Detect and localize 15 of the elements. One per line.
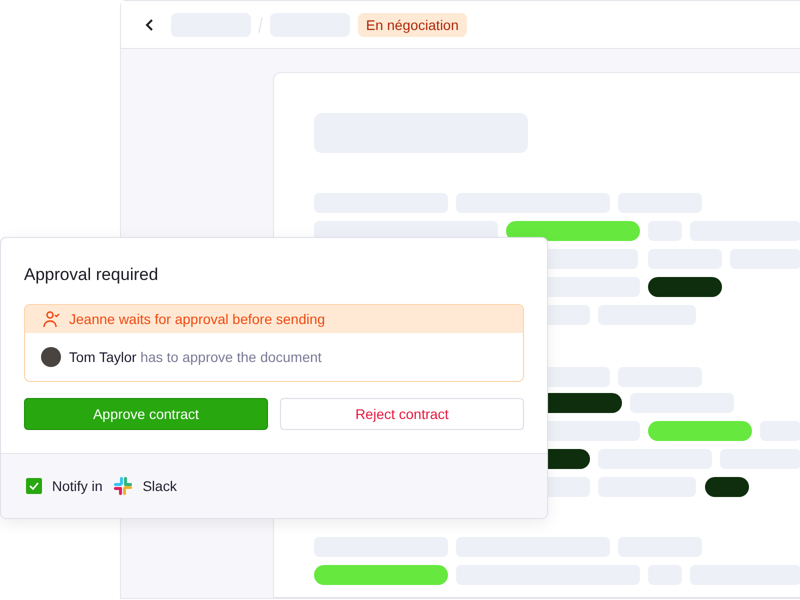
status-badge: En négociation bbox=[358, 12, 467, 36]
approve-button[interactable]: Approve contract bbox=[24, 398, 268, 430]
user-check-icon bbox=[43, 310, 61, 328]
slack-label: Slack bbox=[142, 476, 177, 496]
avatar bbox=[41, 347, 61, 367]
approver-text: Tom Taylor has to approve the document bbox=[69, 348, 322, 367]
alert-text: Jeanne waits for approval before sending bbox=[69, 310, 326, 329]
breadcrumb-separator bbox=[258, 16, 263, 32]
card-title: Approval required bbox=[24, 264, 160, 286]
back-icon[interactable] bbox=[145, 18, 155, 32]
notify-label: Notify in bbox=[52, 476, 103, 496]
slack-logo-icon bbox=[112, 476, 133, 496]
check-icon bbox=[29, 482, 39, 490]
reject-button[interactable]: Reject contract bbox=[280, 398, 524, 430]
notify-checkbox[interactable] bbox=[26, 478, 42, 494]
